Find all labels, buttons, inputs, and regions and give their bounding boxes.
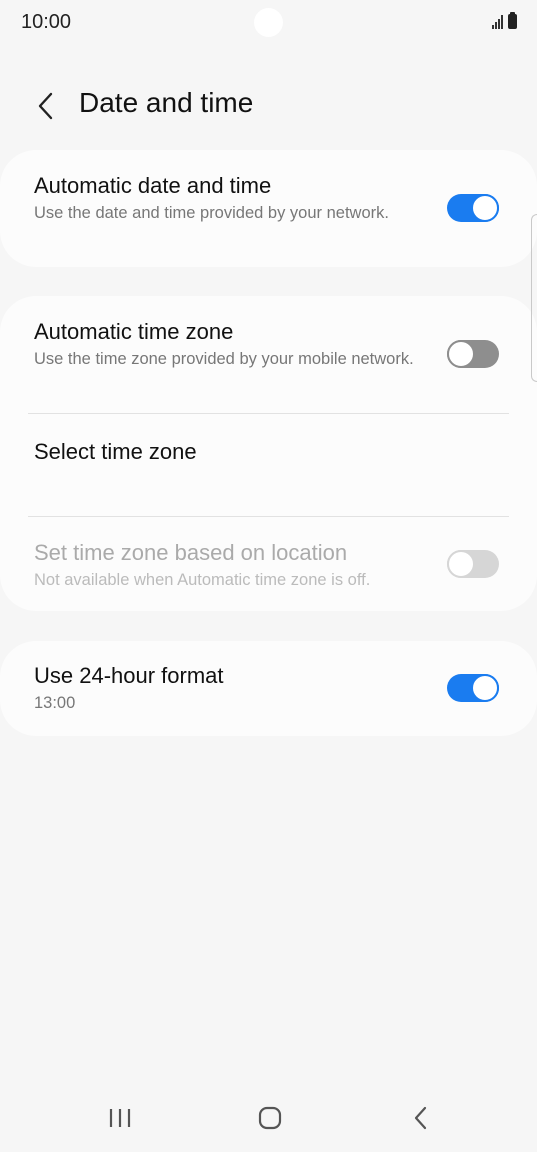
- card-24-hour: Use 24-hour format 13:00: [0, 641, 537, 736]
- select-time-zone-item[interactable]: Select time zone: [0, 414, 537, 516]
- select-time-zone-title: Select time zone: [34, 439, 197, 464]
- back-button[interactable]: [28, 86, 64, 126]
- battery-icon: [508, 12, 517, 29]
- use-24-hour-title: Use 24-hour format: [34, 663, 224, 688]
- location-time-zone-item: Set time zone based on location Not avai…: [0, 517, 537, 611]
- toggle-knob: [447, 550, 475, 578]
- chevron-left-icon: [38, 92, 53, 120]
- status-time: 10:00: [21, 11, 72, 33]
- location-time-zone-subtitle: Not available when Automatic time zone i…: [34, 571, 371, 589]
- toggle-knob: [447, 340, 475, 368]
- navigation-bar: [0, 1082, 537, 1152]
- header: Date and time: [0, 80, 537, 132]
- automatic-date-time-title: Automatic date and time: [34, 173, 272, 198]
- camera-cutout: [254, 8, 283, 37]
- use-24-hour-subtitle: 13:00: [34, 694, 76, 712]
- automatic-date-time-subtitle: Use the date and time provided by your n…: [34, 204, 389, 222]
- location-time-zone-title: Set time zone based on location: [34, 540, 348, 565]
- automatic-date-time-item[interactable]: Automatic date and time Use the date and…: [0, 150, 537, 267]
- signal-icon: [492, 13, 503, 29]
- page-title: Date and time: [79, 87, 254, 118]
- nav-back-button[interactable]: [391, 1098, 451, 1138]
- recent-apps-icon: [109, 1109, 131, 1127]
- automatic-time-zone-subtitle: Use the time zone provided by your mobil…: [34, 350, 414, 368]
- status-bar: 10:00: [0, 0, 537, 44]
- location-time-zone-toggle: [447, 550, 499, 578]
- back-icon: [414, 1106, 427, 1130]
- use-24-hour-toggle[interactable]: [447, 674, 499, 702]
- scroll-indicator[interactable]: [531, 214, 537, 382]
- use-24-hour-item[interactable]: Use 24-hour format 13:00: [0, 641, 537, 736]
- card-time-zone: Automatic time zone Use the time zone pr…: [0, 296, 537, 611]
- automatic-time-zone-toggle[interactable]: [447, 340, 499, 368]
- recent-apps-button[interactable]: [90, 1098, 150, 1138]
- status-icons: [492, 12, 517, 29]
- home-icon: [258, 1106, 282, 1130]
- toggle-knob: [471, 194, 499, 222]
- automatic-date-time-toggle[interactable]: [447, 194, 499, 222]
- toggle-knob: [471, 674, 499, 702]
- automatic-time-zone-item[interactable]: Automatic time zone Use the time zone pr…: [0, 296, 537, 413]
- home-button[interactable]: [240, 1098, 300, 1138]
- automatic-time-zone-title: Automatic time zone: [34, 319, 234, 344]
- card-automatic-date-time: Automatic date and time Use the date and…: [0, 150, 537, 267]
